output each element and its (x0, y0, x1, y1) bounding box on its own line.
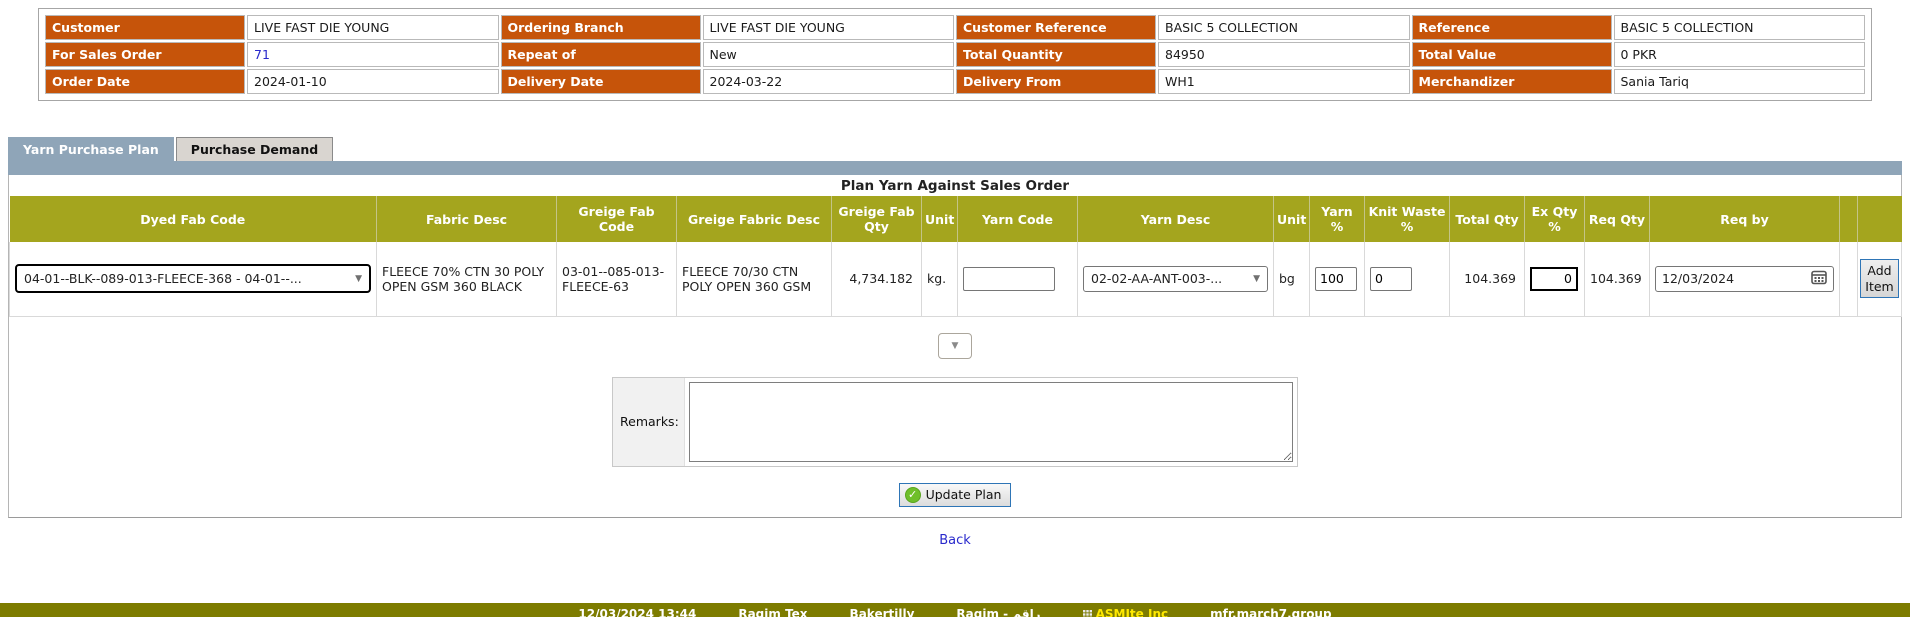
info-value-total-value: 0 PKR (1614, 42, 1866, 67)
col-req-qty: Req Qty (1585, 196, 1650, 242)
info-label-ordering-branch: Ordering Branch (501, 15, 701, 40)
table-row: For Sales Order 71 Repeat of New Total Q… (45, 42, 1865, 67)
col-fabric-desc: Fabric Desc (377, 196, 557, 242)
col-greige-fabric-desc: Greige Fabric Desc (677, 196, 832, 242)
info-label-customer: Customer (45, 15, 245, 40)
info-label-customer-reference: Customer Reference (956, 15, 1156, 40)
remarks-label: Remarks: (613, 378, 685, 466)
tab-purchase-demand[interactable]: Purchase Demand (176, 137, 333, 161)
col-ex-qty-pct: Ex Qty % (1525, 196, 1585, 242)
info-label-delivery-from: Delivery From (956, 69, 1156, 94)
info-value-customer-reference: BASIC 5 COLLECTION (1158, 15, 1410, 40)
yarn-desc-select[interactable]: 02-02-AA-ANT-003-... ▼ (1083, 266, 1268, 292)
plan-data-row: 04-01--BLK--089-013-FLEECE-368 - 04-01--… (10, 242, 1902, 316)
col-yarn-desc: Yarn Desc (1078, 196, 1274, 242)
spacer-cell (1840, 242, 1858, 316)
col-greige-fab-code: Greige Fab Code (557, 196, 677, 242)
footer-user: Raqim - راقم (956, 607, 1040, 617)
table-header-row: Dyed Fab Code Fabric Desc Greige Fab Cod… (10, 196, 1902, 242)
tab-yarn-purchase-plan[interactable]: Yarn Purchase Plan (8, 137, 174, 161)
check-circle-icon: ✓ (905, 487, 921, 503)
info-value-total-quantity: 84950 (1158, 42, 1410, 67)
ex-qty-pct-input[interactable] (1530, 267, 1578, 291)
footer-vendor-label: ASMIte Inc (1096, 607, 1169, 617)
info-label-total-value: Total Value (1412, 42, 1612, 67)
info-value-delivery-from: WH1 (1158, 69, 1410, 94)
info-label-repeat-of: Repeat of (501, 42, 701, 67)
col-unit-1: Unit (922, 196, 958, 242)
req-by-date-input[interactable]: 12/03/2024 (1655, 266, 1834, 292)
add-item-button[interactable]: Add Item (1860, 259, 1899, 298)
dyed-fab-code-select[interactable]: 04-01--BLK--089-013-FLEECE-368 - 04-01--… (15, 264, 371, 293)
remarks-textarea[interactable] (689, 382, 1293, 462)
grid-icon (1083, 610, 1092, 617)
row-expander-select[interactable]: ▼ (938, 333, 972, 359)
yarn-code-input[interactable] (963, 267, 1055, 291)
info-value-merchandizer: Sania Tariq (1614, 69, 1866, 94)
chevron-down-icon: ▼ (355, 274, 362, 284)
update-plan-label: Update Plan (926, 487, 1002, 502)
footer-company: Raqim Tex (738, 607, 807, 617)
table-row: Customer LIVE FAST DIE YOUNG Ordering Br… (45, 15, 1865, 40)
col-yarn-code: Yarn Code (958, 196, 1078, 242)
greige-fabric-desc-cell: FLEECE 70/30 CTN POLY OPEN 360 GSM (677, 242, 832, 316)
yarn-plan-panel: Plan Yarn Against Sales Order Dyed Fab C… (8, 175, 1902, 518)
footer-vendor[interactable]: ASMIte Inc (1083, 607, 1169, 617)
yarn-plan-table: Dyed Fab Code Fabric Desc Greige Fab Cod… (9, 196, 1902, 317)
greige-fab-qty-cell: 4,734.182 (832, 242, 922, 316)
info-label-order-date: Order Date (45, 69, 245, 94)
fabric-desc-cell: FLEECE 70% CTN 30 POLY OPEN GSM 360 BLAC… (377, 242, 557, 316)
col-add (1858, 196, 1902, 242)
order-info-table: Customer LIVE FAST DIE YOUNG Ordering Br… (43, 13, 1867, 96)
yarn-pct-input[interactable] (1315, 267, 1357, 291)
col-knit-waste-pct: Knit Waste % (1365, 196, 1450, 242)
info-value-ordering-branch: LIVE FAST DIE YOUNG (703, 15, 955, 40)
footer-domain: mfr.march7.group (1210, 607, 1331, 617)
tab-bar: Yarn Purchase Plan Purchase Demand (8, 138, 1902, 161)
update-plan-button[interactable]: ✓ Update Plan (899, 483, 1012, 507)
knit-waste-pct-input[interactable] (1370, 267, 1412, 291)
table-row: Order Date 2024-01-10 Delivery Date 2024… (45, 69, 1865, 94)
info-label-total-quantity: Total Quantity (956, 42, 1156, 67)
tab-strip-bar (8, 161, 1902, 175)
info-label-reference: Reference (1412, 15, 1612, 40)
info-value-customer: LIVE FAST DIE YOUNG (247, 15, 499, 40)
col-unit-2: Unit (1274, 196, 1310, 242)
col-greige-fab-qty: Greige Fab Qty (832, 196, 922, 242)
col-req-by: Req by (1650, 196, 1840, 242)
yarn-desc-selected-value: 02-02-AA-ANT-003-... (1091, 271, 1222, 286)
greige-fab-code-cell: 03-01--085-013-FLEECE-63 (557, 242, 677, 316)
sales-order-link[interactable]: 71 (254, 47, 270, 62)
info-label-for-sales-order: For Sales Order (45, 42, 245, 67)
chevron-down-icon: ▼ (1253, 274, 1260, 284)
col-dyed-fab-code: Dyed Fab Code (10, 196, 377, 242)
footer-auditor: Bakertilly (850, 607, 915, 617)
total-qty-cell: 104.369 (1450, 242, 1525, 316)
remarks-section: Remarks: (612, 377, 1298, 467)
req-by-date-value: 12/03/2024 (1662, 271, 1734, 286)
status-bar: 12/03/2024 13:44 Raqim Tex Bakertilly Ra… (0, 603, 1910, 617)
col-yarn-pct: Yarn % (1310, 196, 1365, 242)
dyed-fab-code-selected-value: 04-01--BLK--089-013-FLEECE-368 - 04-01--… (24, 271, 302, 286)
calendar-icon[interactable] (1811, 269, 1827, 288)
info-value-reference: BASIC 5 COLLECTION (1614, 15, 1866, 40)
page-title: Plan Yarn Against Sales Order (9, 175, 1901, 196)
yarn-unit-cell: bg (1274, 242, 1310, 316)
col-spacer (1840, 196, 1858, 242)
footer-datetime: 12/03/2024 13:44 (578, 607, 696, 617)
col-total-qty: Total Qty (1450, 196, 1525, 242)
req-qty-cell: 104.369 (1585, 242, 1650, 316)
greige-unit-cell: kg. (922, 242, 958, 316)
order-info-panel: Customer LIVE FAST DIE YOUNG Ordering Br… (38, 8, 1872, 101)
info-value-repeat-of: New (703, 42, 955, 67)
back-link[interactable]: Back (939, 533, 971, 548)
info-value-order-date: 2024-01-10 (247, 69, 499, 94)
info-label-delivery-date: Delivery Date (501, 69, 701, 94)
chevron-down-icon: ▼ (952, 341, 959, 351)
info-value-delivery-date: 2024-03-22 (703, 69, 955, 94)
info-label-merchandizer: Merchandizer (1412, 69, 1612, 94)
